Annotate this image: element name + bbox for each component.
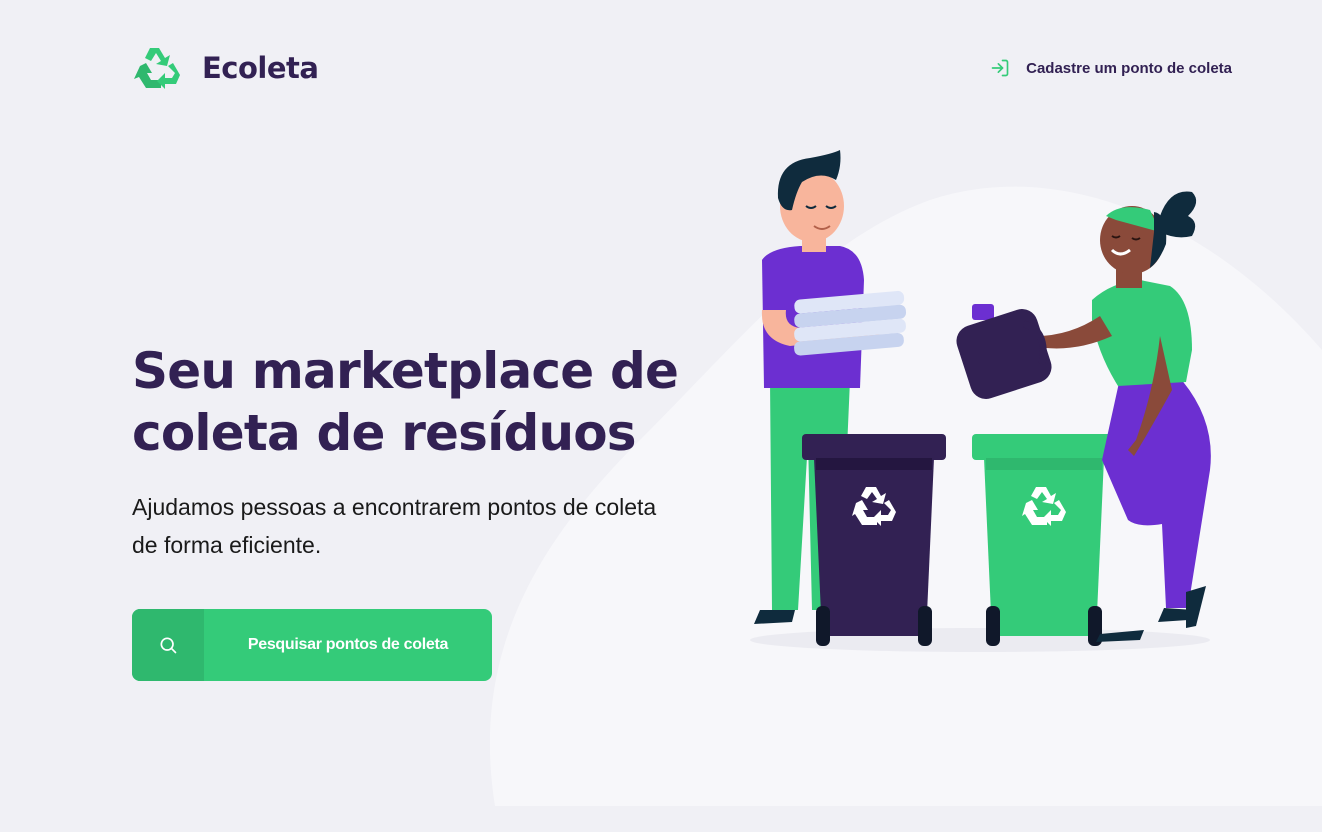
landing-page: Ecoleta Cadastre um ponto de coleta Seu … bbox=[0, 0, 1322, 832]
description-line-2: de forma eficiente. bbox=[132, 532, 322, 558]
top-header: Ecoleta Cadastre um ponto de coleta bbox=[132, 40, 1232, 96]
brand-name: Ecoleta bbox=[202, 51, 319, 85]
title-line-1: Seu marketplace de bbox=[132, 342, 679, 400]
log-in-icon bbox=[991, 59, 1009, 77]
search-icon-box bbox=[132, 609, 204, 681]
page-title: Seu marketplace de coleta de resíduos bbox=[132, 340, 712, 464]
register-point-label: Cadastre um ponto de coleta bbox=[1026, 59, 1232, 77]
recycle-icon bbox=[134, 48, 180, 89]
hero-section: Seu marketplace de coleta de resíduos Aj… bbox=[132, 340, 712, 564]
people-recycling-illustration bbox=[750, 150, 1211, 652]
brand-logo[interactable]: Ecoleta bbox=[132, 44, 319, 92]
search-points-button[interactable]: Pesquisar pontos de coleta bbox=[132, 609, 492, 681]
search-icon bbox=[160, 637, 177, 654]
search-points-label: Pesquisar pontos de coleta bbox=[247, 636, 449, 653]
description-line-1: Ajudamos pessoas a encontrarem pontos de… bbox=[132, 494, 657, 520]
hero-description: Ajudamos pessoas a encontrarem pontos de… bbox=[132, 488, 702, 564]
title-line-2: coleta de resíduos bbox=[132, 404, 637, 462]
register-point-link[interactable]: Cadastre um ponto de coleta bbox=[990, 58, 1232, 78]
